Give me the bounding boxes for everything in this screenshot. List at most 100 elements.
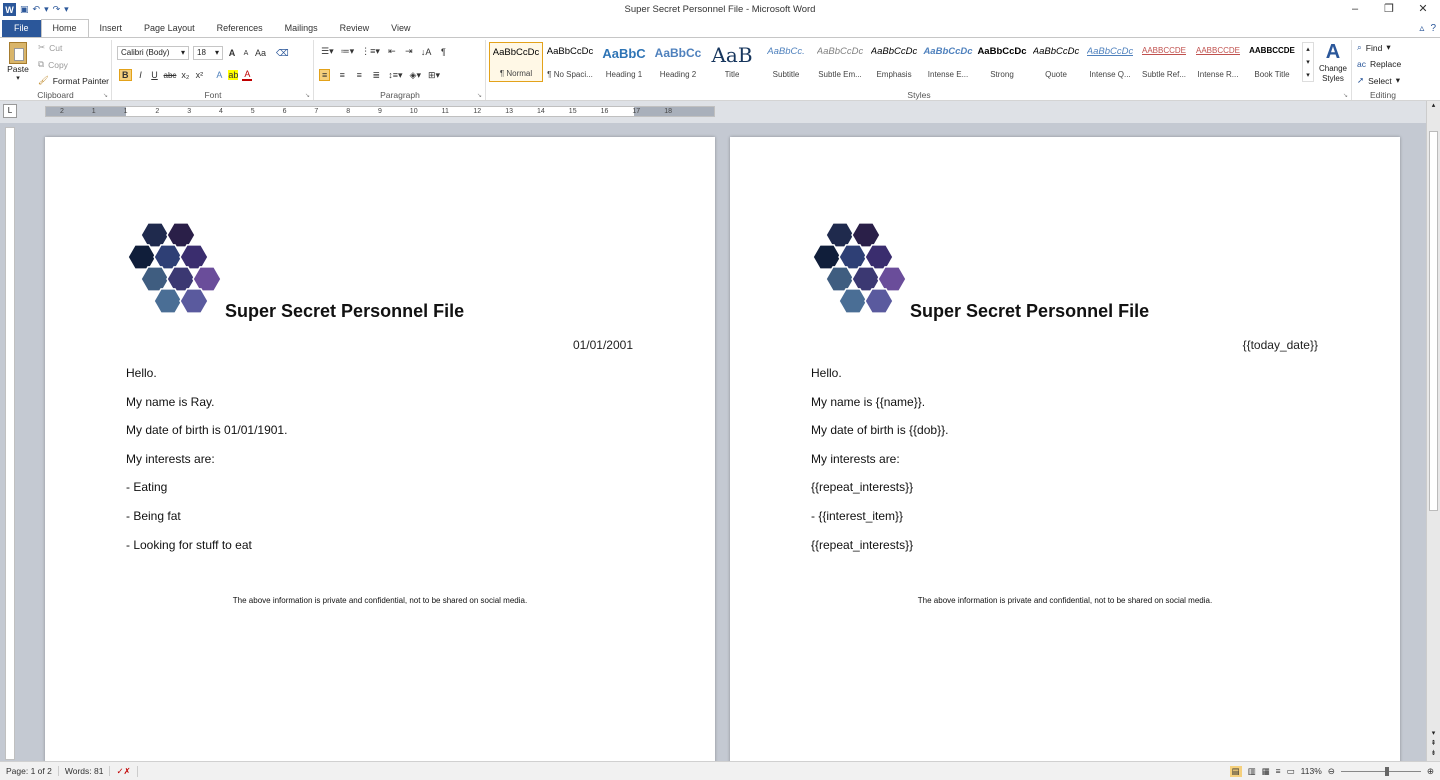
zoom-in-icon[interactable]: ⊕ — [1427, 766, 1434, 777]
styles-launcher-icon[interactable]: ↘ — [1343, 92, 1348, 99]
numbering-icon[interactable]: ≔▾ — [341, 46, 355, 57]
style-4[interactable]: AaB Title — [705, 42, 759, 82]
vertical-ruler[interactable] — [5, 127, 15, 760]
style-0[interactable]: AaBbCcDc ¶ Normal — [489, 42, 543, 82]
align-center-icon[interactable]: ≡ — [337, 70, 347, 80]
outline-icon[interactable]: ≡ — [1276, 766, 1281, 776]
undo-dropdown-icon[interactable]: ▾ — [44, 5, 49, 14]
grow-font-button[interactable]: A — [227, 48, 237, 58]
word-logo-icon[interactable]: W — [3, 3, 16, 16]
restore-icon[interactable]: ❐ — [1372, 0, 1406, 19]
style-10[interactable]: AaBbCcDc Quote — [1029, 42, 1083, 82]
full-screen-reading-icon[interactable]: ▥ — [1248, 766, 1256, 777]
select-button[interactable]: ➚ Select ▾ — [1357, 75, 1400, 86]
tab-review[interactable]: Review — [329, 20, 381, 37]
format-painter-button[interactable]: 🖌 Format Painter — [38, 75, 109, 86]
line-spacing-icon[interactable]: ↕≡▾ — [388, 70, 402, 81]
page-count[interactable]: Page: 1 of 2 — [0, 766, 59, 776]
style-13[interactable]: AABBCCDE Intense R... — [1191, 42, 1245, 82]
style-11[interactable]: AaBbCcDc Intense Q... — [1083, 42, 1137, 82]
find-button[interactable]: ⌕ Find ▾ — [1357, 42, 1391, 53]
style-7[interactable]: AaBbCcDc Emphasis — [867, 42, 921, 82]
proofing-icon[interactable]: ✓✗ — [110, 765, 138, 777]
borders-icon[interactable]: ⊞▾ — [428, 70, 440, 81]
zoom-out-icon[interactable]: ⊖ — [1328, 766, 1335, 777]
draft-icon[interactable]: ▭ — [1287, 766, 1295, 777]
highlight-icon[interactable]: ab — [228, 70, 239, 80]
justify-icon[interactable]: ≣ — [371, 70, 381, 81]
font-launcher-icon[interactable]: ↘ — [305, 92, 310, 99]
bold-button[interactable]: B — [119, 69, 132, 81]
tab-mailings[interactable]: Mailings — [274, 20, 329, 37]
paragraph-launcher-icon[interactable]: ↘ — [477, 92, 482, 99]
font-size-select[interactable]: 18 ▾ — [193, 46, 223, 60]
style-name: Emphasis — [876, 70, 912, 79]
save-icon[interactable]: ▣ — [20, 5, 29, 14]
shading-icon[interactable]: ◈▾ — [410, 70, 421, 81]
bullets-icon[interactable]: ☰▾ — [321, 46, 334, 57]
redo-icon[interactable]: ↷ — [53, 5, 61, 14]
paste-button[interactable]: Paste ▾ — [6, 42, 30, 82]
document-page-2[interactable]: Super Secret Personnel File {{today_date}… — [730, 137, 1400, 761]
tab-insert[interactable]: Insert — [89, 20, 134, 37]
style-preview: AaB — [711, 46, 753, 64]
styles-scroll[interactable]: ▴ ▾ ▾ — [1302, 42, 1314, 82]
strikethrough-button[interactable]: abc — [164, 71, 177, 80]
multilevel-list-icon[interactable]: ⋮≡▾ — [361, 46, 380, 57]
style-14[interactable]: AABBCCDE Book Title — [1245, 42, 1299, 82]
style-8[interactable]: AaBbCcDc Intense E... — [921, 42, 975, 82]
underline-button[interactable]: U — [150, 70, 160, 80]
style-6[interactable]: AaBbCcDc Subtle Em... — [813, 42, 867, 82]
word-count[interactable]: Words: 81 — [59, 766, 111, 776]
show-formatting-icon[interactable]: ¶ — [438, 47, 448, 57]
text-effects-icon[interactable]: A — [214, 70, 224, 80]
tab-page-layout[interactable]: Page Layout — [133, 20, 206, 37]
sort-icon[interactable]: ↓A — [421, 47, 432, 57]
superscript-button[interactable]: x² — [194, 70, 204, 80]
web-layout-icon[interactable]: ▦ — [1262, 766, 1270, 777]
copy-icon: ⧉ — [38, 59, 45, 69]
font-color-icon[interactable]: A — [242, 69, 253, 81]
replace-button[interactable]: ac Replace — [1357, 59, 1401, 69]
style-1[interactable]: AaBbCcDc ¶ No Spaci... — [543, 42, 597, 82]
tab-references[interactable]: References — [206, 20, 274, 37]
font-family-select[interactable]: Calibri (Body) ▾ — [117, 46, 189, 60]
tab-view[interactable]: View — [380, 20, 421, 37]
tab-selector-icon[interactable]: L — [3, 104, 17, 118]
clear-formatting-icon[interactable]: ⌫ — [276, 48, 289, 59]
style-5[interactable]: AaBbCc. Subtitle — [759, 42, 813, 82]
customize-qat-icon[interactable]: ▾ — [64, 5, 69, 14]
zoom-level[interactable]: 113% — [1301, 766, 1322, 776]
minimize-icon[interactable]: – — [1338, 0, 1372, 19]
subscript-button[interactable]: x₂ — [180, 70, 190, 80]
style-2[interactable]: AaBbC Heading 1 — [597, 42, 651, 82]
style-12[interactable]: AABBCCDE Subtle Ref... — [1137, 42, 1191, 82]
cut-button[interactable]: ✂ Cut — [38, 42, 62, 53]
minimize-ribbon-icon[interactable]: ▵ — [1419, 23, 1424, 34]
decrease-indent-icon[interactable]: ⇤ — [387, 46, 397, 57]
document-workspace[interactable]: Super Secret Personnel File 01/01/2001 Hel… — [18, 123, 1426, 761]
horizontal-ruler[interactable]: 2 1 1 2 3 4 5 6 7 8 9 10 11 12 13 14 15 16 17 18 — [45, 106, 715, 117]
increase-indent-icon[interactable]: ⇥ — [404, 46, 414, 57]
align-left-icon[interactable]: ≡ — [319, 69, 331, 81]
copy-button[interactable]: ⧉ Copy — [38, 59, 68, 70]
close-icon[interactable]: ✕ — [1406, 0, 1440, 19]
print-layout-icon[interactable]: ▤ — [1229, 765, 1242, 777]
undo-icon[interactable]: ↶ — [33, 5, 41, 14]
vertical-scrollbar[interactable]: ▴ ▾ ⇞ ⇟ — [1426, 101, 1440, 761]
scrollbar-thumb[interactable] — [1429, 131, 1438, 511]
help-icon[interactable]: ? — [1430, 23, 1436, 34]
zoom-slider[interactable] — [1340, 766, 1421, 776]
align-right-icon[interactable]: ≡ — [354, 70, 364, 80]
italic-button[interactable]: I — [136, 70, 146, 80]
change-case-button[interactable]: Aa — [255, 48, 266, 58]
style-9[interactable]: AaBbCcDc Strong — [975, 42, 1029, 82]
shrink-font-button[interactable]: A — [241, 50, 251, 57]
tab-home[interactable]: Home — [40, 19, 89, 37]
tab-file[interactable]: File — [2, 20, 41, 37]
document-page-1[interactable]: Super Secret Personnel File 01/01/2001 Hel… — [45, 137, 715, 761]
change-styles-button[interactable]: A Change Styles — [1316, 40, 1350, 84]
style-3[interactable]: AaBbCc Heading 2 — [651, 42, 705, 82]
clipboard-launcher-icon[interactable]: ↘ — [103, 92, 108, 99]
body-line: - {{interest_item}} — [811, 508, 904, 523]
